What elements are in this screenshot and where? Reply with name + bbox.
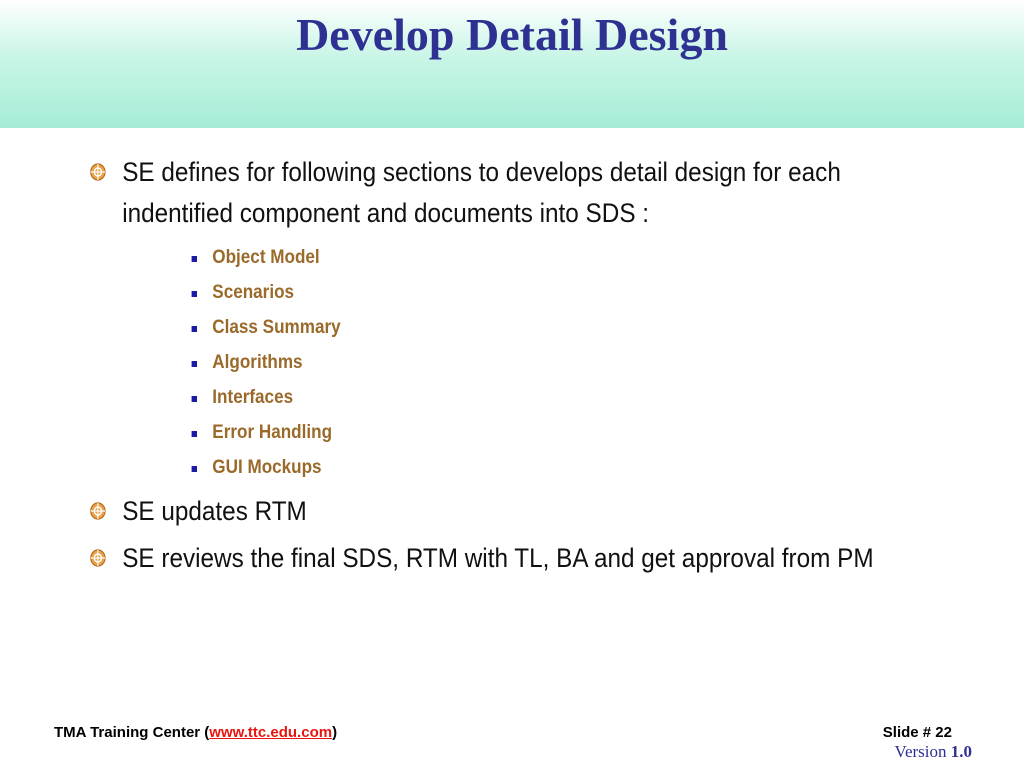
version-text: Version — [894, 742, 947, 761]
square-bullet-icon — [191, 291, 197, 297]
sub-bullet-text: Interfaces — [212, 387, 294, 408]
square-bullet-icon — [191, 466, 197, 472]
sub-bullet-item: Interfaces — [188, 380, 845, 415]
slide-content: SE defines for following sections to dev… — [88, 152, 918, 579]
square-bullet-icon — [191, 256, 197, 262]
bullet-text: SE defines for following sections to dev… — [122, 157, 841, 228]
footer-link[interactable]: www.ttc.edu.com — [209, 724, 332, 741]
square-bullet-icon — [191, 361, 197, 367]
circle-bullet-icon — [90, 163, 106, 181]
bullet-item: SE reviews the final SDS, RTM with TL, B… — [88, 538, 932, 579]
sub-bullet-list: Object Model Scenarios Class Summary Alg… — [88, 240, 918, 485]
circle-bullet-icon — [90, 549, 106, 567]
sub-bullet-text: Algorithms — [212, 352, 303, 373]
sub-bullet-item: GUI Mockups — [188, 450, 845, 485]
sub-bullet-text: GUI Mockups — [212, 457, 322, 478]
slide-number: Slide # 22 — [882, 724, 952, 741]
sub-bullet-text: Object Model — [212, 247, 320, 268]
footer-org-prefix: TMA Training Center ( — [54, 724, 210, 741]
footer-org-suffix: ) — [332, 724, 338, 741]
sub-bullet-text: Scenarios — [212, 282, 295, 303]
bullet-text: SE reviews the final SDS, RTM with TL, B… — [122, 543, 874, 573]
slide-title: Develop Detail Design — [296, 9, 728, 60]
title-banner: Develop Detail Design — [0, 0, 1024, 128]
version-number: 1.0 — [950, 742, 972, 761]
sub-bullet-item: Object Model — [188, 240, 845, 275]
sub-bullet-item: Scenarios — [188, 275, 845, 310]
sub-bullet-text: Error Handling — [212, 422, 333, 443]
bullet-text: SE updates RTM — [122, 496, 307, 526]
square-bullet-icon — [191, 431, 197, 437]
sub-bullet-item: Error Handling — [188, 415, 845, 450]
sub-bullet-item: Algorithms — [188, 345, 845, 380]
bullet-item: SE updates RTM — [88, 491, 932, 532]
square-bullet-icon — [191, 396, 197, 402]
sub-bullet-item: Class Summary — [188, 310, 845, 345]
sub-bullet-text: Class Summary — [212, 317, 341, 338]
bullet-item: SE defines for following sections to dev… — [88, 152, 932, 234]
square-bullet-icon — [191, 326, 197, 332]
footer-organization: TMA Training Center (www.ttc.edu.com) — [54, 724, 337, 741]
circle-bullet-icon — [90, 502, 106, 520]
version-label: Version 1.0 — [895, 742, 972, 762]
